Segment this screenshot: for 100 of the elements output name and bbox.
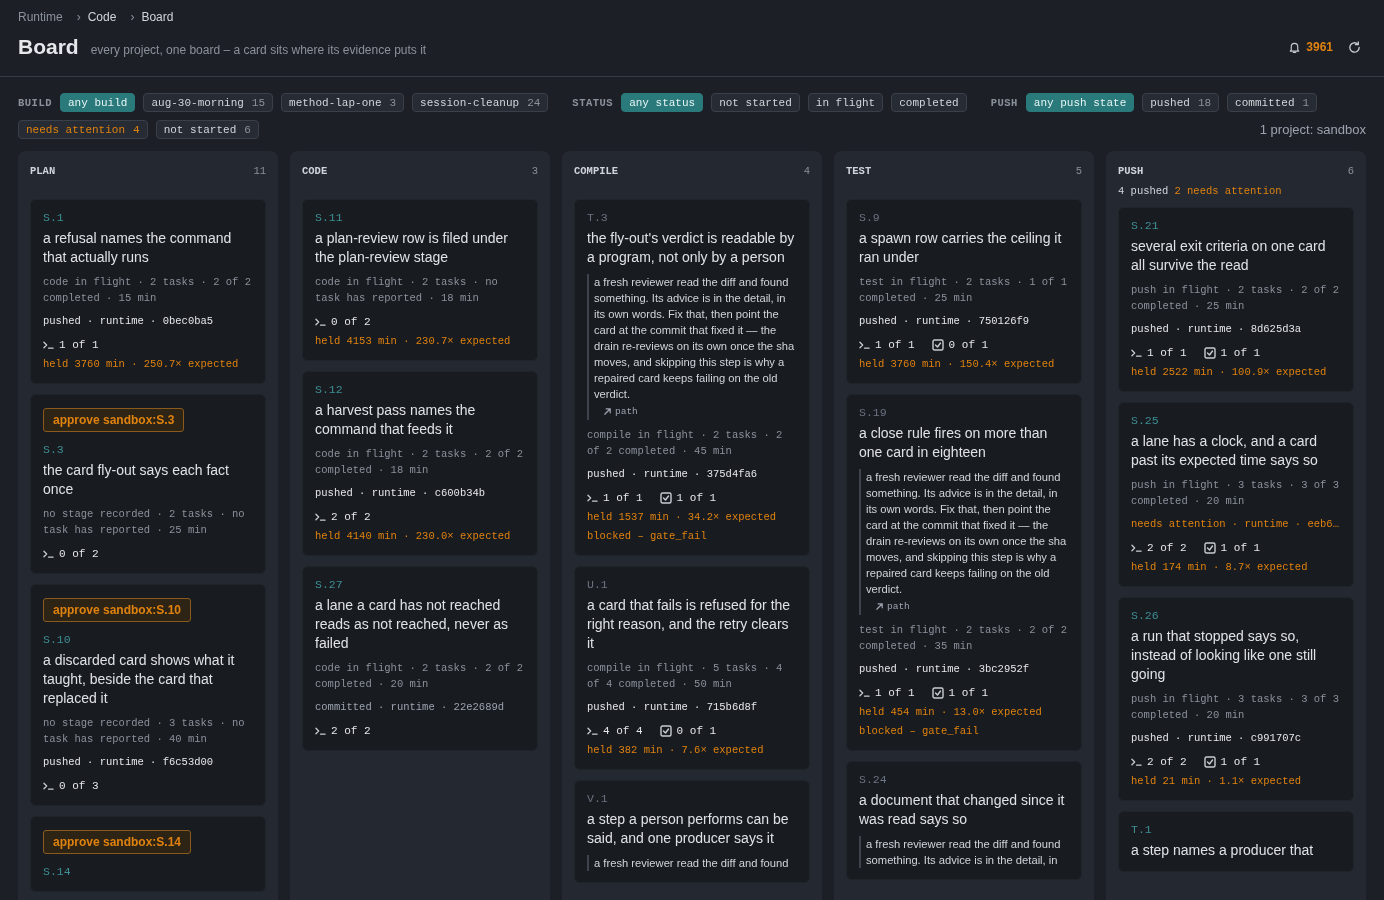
held-time: held 1537 min · 34.2× expected [587, 510, 778, 525]
check-count: 1 of 1 [676, 491, 717, 506]
held-time: held 4140 min · 230.0× expected [315, 529, 512, 544]
run-count: 1 of 1 [603, 491, 643, 506]
story-card[interactable]: S.26 a run that stopped says so, instead of looking like one still going push in flight · 3 tasks · 3 of 3 completed · 20 min pushed · runtime · c991707c 2 of 2 1 of 1 held 21 min · 1.1× expected [1118, 597, 1354, 801]
card-title: a step names a producer that [1131, 841, 1315, 860]
run-count: 2 of 2 [1147, 541, 1187, 556]
push-status: pushed · runtime · f6c53d00 [43, 755, 215, 770]
blocked-status: blocked – gate_fail [587, 529, 708, 544]
push-status: pushed · runtime · 715b6d8f [587, 700, 759, 715]
run-count: 0 of 3 [59, 779, 99, 794]
story-card[interactable] [574, 199, 810, 556]
story-card[interactable]: T.1 a step names a producer that [1118, 811, 1354, 872]
lane-summary: 2 needs attention [1174, 185, 1282, 197]
filter-chip[interactable]: any push state [1025, 93, 1135, 112]
check-count: 0 of 1 [948, 338, 989, 353]
terminal-icon [43, 549, 54, 559]
card-title: the card fly-out says each fact once [43, 461, 230, 499]
card-meta: no stage recorded · 3 tasks · no task has reported · 40 min [43, 716, 246, 747]
push-status: pushed · runtime · 8d625d3a [1131, 322, 1303, 337]
held-time: held 3760 min · 150.4× expected [859, 357, 1056, 372]
story-card[interactable]: approve sandbox:S.14 S.14 [30, 816, 266, 892]
approve-button[interactable]: approve sandbox:S.3 [43, 408, 185, 432]
card-meta: compile in flight · 2 tasks · 2 of 2 completed · 45 min [587, 428, 784, 459]
story-card[interactable]: approve sandbox:S.10 S.10 a discarded card shows what it taught, beside the card that replaced it no stage recorded · 3 tasks · no task has reported · 40 min pushed · runtime · f6c53d00 0 of 3 [30, 584, 266, 806]
filter-chip[interactable]: not started [711, 93, 800, 112]
card-id: U.1 [587, 577, 608, 593]
card-title: a discarded card shows what it taught, beside the card that replaced it [43, 651, 236, 708]
checkbox-icon [659, 492, 672, 504]
filter-chip[interactable]: aug-30-morning 15 [143, 93, 274, 112]
check-count: 1 of 1 [1220, 541, 1261, 556]
approve-button[interactable]: approve sandbox:S.14 [43, 830, 192, 854]
breadcrumb-link[interactable]: Board [141, 10, 174, 24]
terminal-icon [43, 340, 54, 350]
held-time: held 174 min · 8.7× expected [1131, 560, 1309, 575]
filter-chip[interactable]: needs attention 4 [18, 120, 148, 139]
card-title: a refusal names the command that actually runs [43, 229, 233, 267]
filter-group-label: BUILD [18, 96, 52, 109]
breadcrumb-link[interactable]: Runtime [18, 10, 63, 24]
story-card[interactable]: S.12 a harvest pass names the command that feeds it code in flight · 2 tasks · 2 of 2 completed · 18 min pushed · runtime · c600b34b 2 of 2 held 4140 min · 230.0× expected [302, 371, 538, 556]
run-count: 2 of 2 [1147, 755, 1187, 770]
story-card[interactable]: S.1 a refusal names the command that actually runs code in flight · 2 tasks · 2 of 2 completed · 15 min pushed · runtime · 0bec0ba5 1 of 1 held 3760 min · 250.7× expected [30, 199, 266, 384]
push-status: pushed · runtime · 0bec0ba5 [43, 314, 215, 329]
blocked-status: blocked – gate_fail [859, 724, 980, 739]
alerts-button[interactable]: 3961 [1288, 40, 1333, 54]
story-card[interactable]: S.9 a spawn row carries the ceiling it ran under test in flight · 2 tasks · 1 of 1 completed · 25 min pushed · runtime · 750126f9 1 of 1 0 of 1 held 3760 min · 150.4× expected [846, 199, 1082, 384]
filter-chip[interactable]: any status [621, 93, 704, 112]
story-card[interactable] [846, 394, 1082, 751]
review-note: a fresh reviewer read the diff and found [594, 856, 790, 871]
card-id: S.27 [315, 577, 343, 593]
story-card[interactable]: S.24 a document that changed since it was read says so a fresh reviewer read the diff and found something. Its advice is in the detail, in [846, 761, 1082, 880]
held-time: held 2522 min · 100.9× expected [1131, 365, 1328, 380]
lane-count: 5 [1075, 165, 1082, 177]
filter-chip[interactable]: pushed 18 [1142, 93, 1220, 112]
card-title: a run that stopped says so, instead of looking like one still going [1131, 627, 1318, 684]
terminal-icon [587, 726, 598, 736]
path-link[interactable]: path [875, 598, 910, 615]
story-card[interactable]: S.27 a lane a card has not reached reads as not reached, never as failed code in flight · 2 tasks · 2 of 2 completed · 20 min committed · runtime · 22e2689d 2 of 2 [302, 566, 538, 751]
review-note: a fresh reviewer read the diff and found something. Its advice is in the detail, in [866, 837, 1062, 868]
refresh-icon[interactable] [1347, 39, 1362, 55]
push-status: pushed · runtime · c600b34b [315, 486, 487, 501]
check-count: 0 of 1 [676, 724, 717, 739]
story-card[interactable]: V.1 a step a person performs can be said, and one producer says it a fresh reviewer read the diff and found [574, 780, 810, 883]
filter-chip[interactable]: completed [891, 93, 967, 112]
story-card[interactable] [574, 566, 810, 770]
card-title: a card that fails is refused for the right reason, and the retry clears it [587, 596, 792, 653]
filter-chip[interactable]: session-cleanup 24 [412, 93, 549, 112]
filter-group-label: PUSH [990, 96, 1018, 109]
story-card[interactable]: S.21 several exit criteria on one card all survive the read push in flight · 2 tasks · 2 of 2 completed · 25 min pushed · runtime · 8d625d3a 1 of 1 1 of 1 held 2522 min · 100.9× expected [1118, 207, 1354, 392]
story-card[interactable]: approve sandbox:S.3 S.3 the card fly-out says each fact once no stage recorded · 2 tasks · no task has reported · 25 min 0 of 2 [30, 394, 266, 574]
checkbox-icon [659, 725, 672, 737]
story-card[interactable]: S.25 a lane has a clock, and a card past its expected time says so push in flight · 3 tasks · 3 of 3 completed · 20 min needs attention · runtime · eeb6… 2 of 2 1 of 1 held 174 min · 8.7× expected [1118, 402, 1354, 587]
lane-count: 6 [1347, 165, 1354, 177]
push-status: needs attention · runtime · eeb6… [1131, 517, 1340, 532]
push-status: committed · runtime · 22e2689d [315, 700, 506, 715]
breadcrumb-link[interactable]: Code [87, 10, 117, 24]
filter-chip[interactable]: committed 1 [1227, 93, 1318, 112]
story-card[interactable]: S.11 a plan-review row is filed under the plan-review stage code in flight · 2 tasks · no task has reported · 18 min 0 of 2 held 4153 min · 230.7× expected [302, 199, 538, 361]
checkbox-icon [1203, 542, 1216, 554]
approve-button[interactable]: approve sandbox:S.10 [43, 598, 192, 622]
filter-chip[interactable]: not started 6 [155, 120, 259, 139]
filter-chip[interactable]: method-lap-one 3 [281, 93, 405, 112]
card-id: V.1 [587, 791, 608, 807]
lane-count: 3 [531, 165, 538, 177]
path-link[interactable]: path [603, 403, 638, 420]
card-meta: test in flight · 2 tasks · 2 of 2 completed · 35 min [859, 623, 1068, 654]
checkbox-icon [931, 339, 944, 351]
filter-chip[interactable]: in flight [807, 93, 884, 112]
card-meta: code in flight · 2 tasks · 2 of 2 completed · 15 min [43, 275, 252, 306]
lane-count: 4 [803, 165, 810, 177]
run-count: 0 of 2 [331, 315, 371, 330]
card-meta: test in flight · 2 tasks · 1 of 1 completed · 25 min [859, 275, 1068, 306]
card-id: S.1 [43, 210, 64, 226]
terminal-icon [1131, 757, 1142, 767]
held-time: held 454 min · 13.0× expected [859, 705, 1043, 720]
filter-chip[interactable]: any build [60, 93, 136, 112]
card-title: a plan-review row is filed under the plan-review stage [315, 229, 509, 267]
card-meta: compile in flight · 5 tasks · 4 of 4 completed · 50 min [587, 661, 784, 692]
card-title: a close rule fires on more than one card in eighteen [859, 424, 1049, 462]
check-count: 1 of 1 [948, 686, 989, 701]
